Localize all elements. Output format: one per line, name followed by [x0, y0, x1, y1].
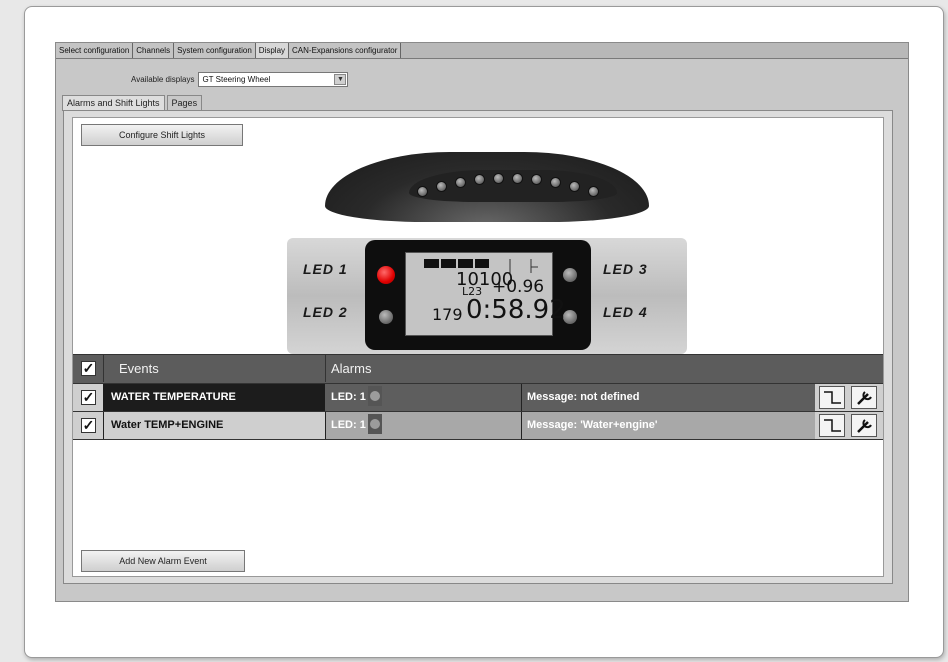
led4-label: LED 4 — [603, 304, 648, 320]
app-window: Select configuration Channels System con… — [55, 42, 909, 602]
shift-light-bar — [325, 152, 649, 222]
tab-channels[interactable]: Channels — [133, 43, 175, 58]
alarm-events-table: ✓ Events Alarms ✓ WATER TEMPERATURE LED:… — [73, 354, 883, 440]
shift-led-icon — [588, 186, 599, 197]
header-divider — [103, 355, 104, 382]
tab-alarms-and-shift-lights[interactable]: Alarms and Shift Lights — [62, 95, 165, 111]
shift-led-icon — [531, 174, 542, 185]
row-divider — [103, 412, 104, 439]
shift-led-icon — [512, 173, 523, 184]
falling-edge-icon[interactable] — [819, 414, 845, 437]
tab-display[interactable]: Display — [255, 43, 290, 58]
checkmark-icon: ✓ — [82, 360, 95, 376]
led2-indicator — [379, 310, 393, 324]
alarm-led: LED: 1 — [331, 384, 382, 411]
led3-label: LED 3 — [603, 261, 648, 277]
tab-pages[interactable]: Pages — [166, 95, 203, 111]
header-divider — [325, 355, 326, 382]
shift-led-icon — [417, 186, 428, 197]
row-divider — [521, 384, 522, 411]
lcd-housing: 10100 L23 +0.96 179 0:58.92 — [365, 240, 591, 350]
lcd-screen: 10100 L23 +0.96 179 0:58.92 — [405, 252, 566, 336]
table-row[interactable]: ✓ Water TEMP+ENGINE LED: 1 Message: 'Wat… — [73, 412, 883, 440]
table-row[interactable]: ✓ WATER TEMPERATURE LED: 1 Message: not … — [73, 384, 883, 412]
shift-led-icon — [493, 173, 504, 184]
event-name: Water TEMP+ENGINE — [111, 419, 224, 431]
available-displays-label: Available displays — [131, 74, 195, 84]
alarms-content: Configure Shift Lights LED 1 LED 2 LED 3… — [72, 117, 884, 577]
alarm-message: Message: not defined — [527, 391, 640, 403]
row-divider — [521, 412, 522, 439]
configure-shift-lights-button[interactable]: Configure Shift Lights — [81, 124, 243, 146]
lcd-delta: +0.96 — [492, 277, 545, 297]
shift-led-icon — [474, 174, 485, 185]
shift-led-icon — [569, 181, 580, 192]
event-name: WATER TEMPERATURE — [111, 391, 236, 403]
shift-led-icon — [455, 177, 466, 188]
display-selector-row: Available displays GT Steering Wheel ▼ — [131, 71, 349, 87]
select-all-checkbox[interactable]: ✓ — [81, 361, 96, 376]
alarm-led-label: LED: 1 — [331, 419, 366, 431]
alarm-led-label: LED: 1 — [331, 391, 366, 403]
row-checkbox[interactable]: ✓ — [81, 390, 96, 405]
wrench-icon[interactable] — [851, 386, 877, 409]
events-column-header: Events — [119, 361, 159, 376]
sub-tab-bar: Alarms and Shift Lights Pages — [62, 95, 204, 111]
display-body: LED 1 LED 2 LED 3 LED 4 10100 L23 +0.96 … — [287, 238, 687, 354]
alarm-message: Message: 'Water+engine' — [527, 419, 658, 431]
lcd-laptime: 0:58.92 — [466, 295, 566, 325]
alarms-column-header: Alarms — [331, 361, 372, 376]
chevron-down-icon[interactable]: ▼ — [334, 73, 347, 85]
row-checkbox[interactable]: ✓ — [81, 418, 96, 433]
tab-system-configuration[interactable]: System configuration — [174, 43, 256, 58]
falling-edge-icon[interactable] — [819, 386, 845, 409]
checkmark-icon: ✓ — [82, 417, 95, 433]
display-select-value: GT Steering Wheel — [202, 74, 271, 84]
led1-indicator — [377, 266, 395, 284]
shift-led-icon — [436, 181, 447, 192]
alarm-led: LED: 1 — [331, 412, 382, 439]
led3-indicator — [563, 268, 577, 282]
alarms-panel: Configure Shift Lights LED 1 LED 2 LED 3… — [63, 110, 893, 584]
led-indicator-icon — [367, 414, 382, 435]
steering-wheel-preview: LED 1 LED 2 LED 3 LED 4 10100 L23 +0.96 … — [287, 152, 687, 354]
led2-label: LED 2 — [303, 304, 348, 320]
led1-label: LED 1 — [303, 261, 348, 277]
add-alarm-event-button[interactable]: Add New Alarm Event — [81, 550, 245, 572]
main-tab-bar: Select configuration Channels System con… — [56, 43, 908, 59]
wrench-icon[interactable] — [851, 414, 877, 437]
led-indicator-icon — [367, 386, 382, 407]
checkmark-icon: ✓ — [82, 389, 95, 405]
tab-can-expansions[interactable]: CAN-Expansions configurator — [289, 43, 402, 58]
lcd-speed: 179 — [432, 305, 463, 324]
shift-led-icon — [550, 177, 561, 188]
shift-light-strip — [409, 170, 617, 202]
tab-select-configuration[interactable]: Select configuration — [56, 43, 134, 58]
display-select[interactable]: GT Steering Wheel ▼ — [198, 71, 349, 87]
table-header: ✓ Events Alarms — [73, 354, 883, 384]
